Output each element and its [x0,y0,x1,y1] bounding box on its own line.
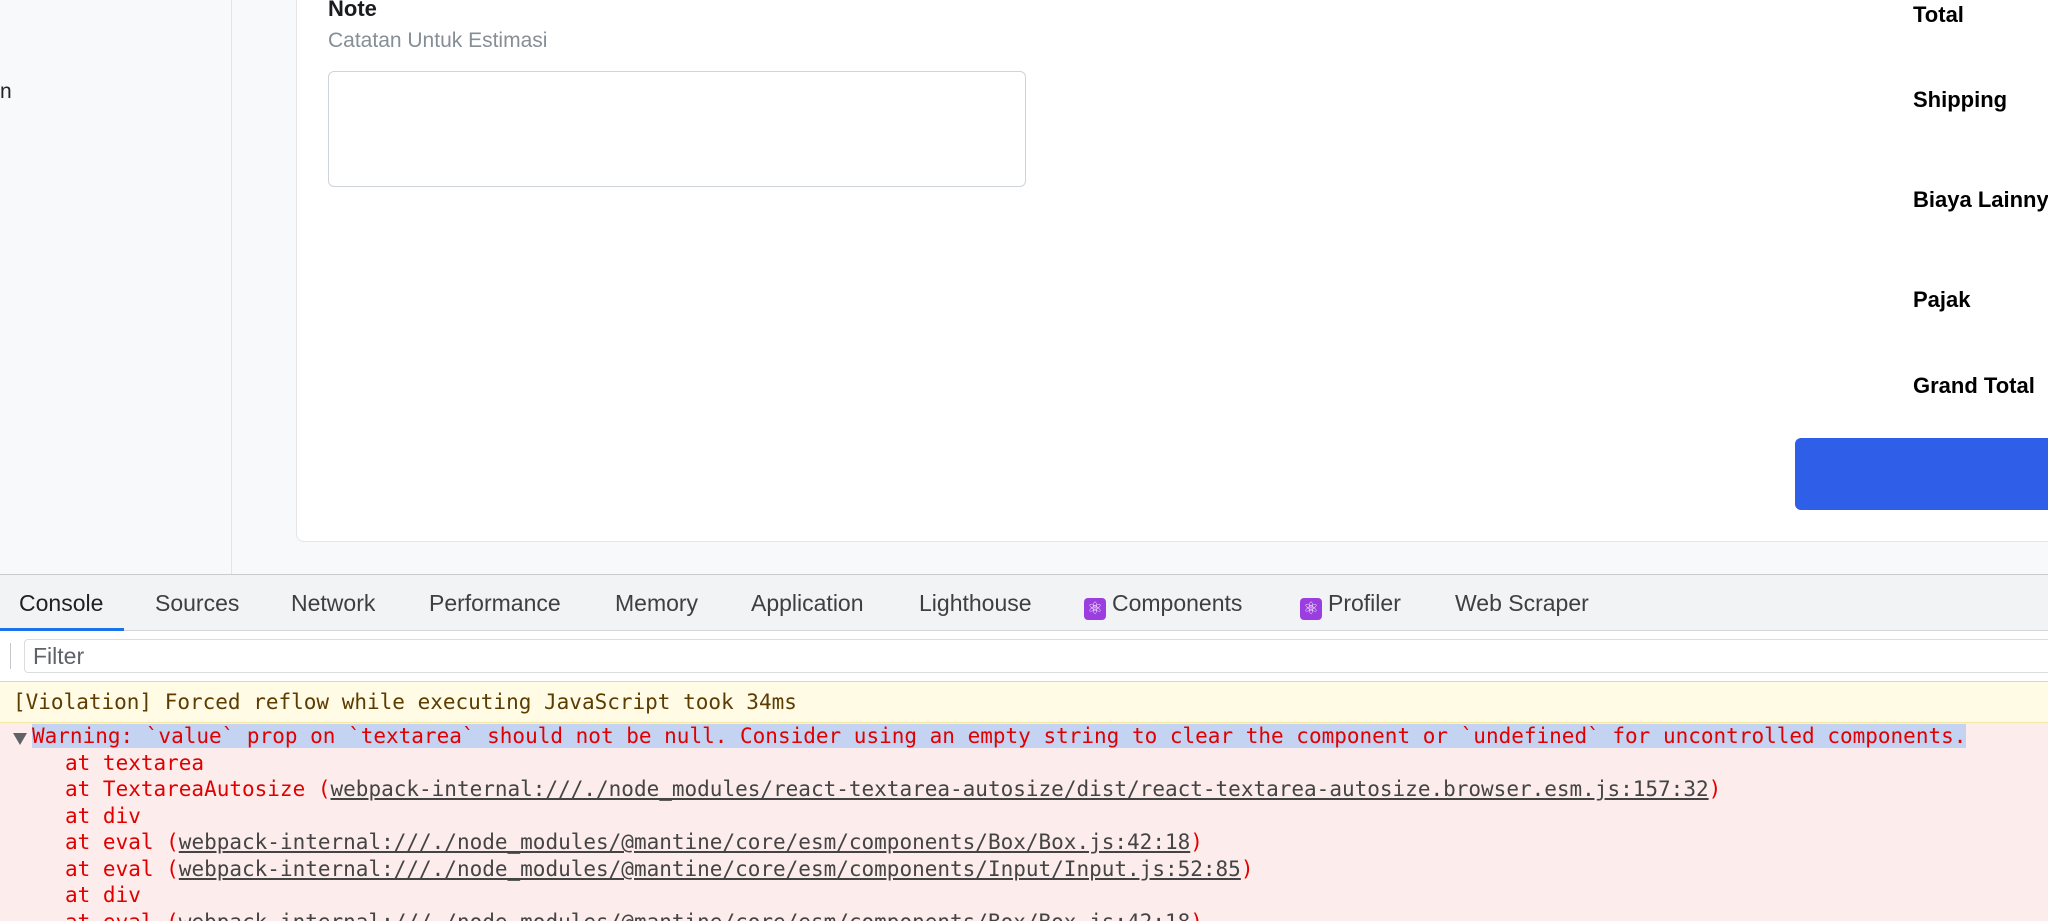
react-icon: ⚛ [1084,598,1106,620]
app-viewport: n Note Catatan Untuk Estimasi Total Ship… [0,0,2048,574]
shipping-label: Shipping [1913,87,2008,112]
tab-web-scraper[interactable]: Web Scraper [1455,575,1589,630]
violation-text: [Violation] Forced reflow while executin… [13,690,797,714]
tab-label: Console [19,590,104,616]
note-label: Note [328,0,377,21]
console-warning-entry: Warning: `value` prop on `textarea` shou… [0,723,2048,921]
stack-frame: at TextareaAutosize (webpack-internal://… [65,776,1721,802]
note-description: Catatan Untuk Estimasi [328,29,548,52]
stack-frame-text: at div [65,883,141,907]
devtools-tabbar: Console Sources Network Performance Memo… [0,575,2048,631]
stack-frame-text: at div [65,804,141,828]
tab-sources[interactable]: Sources [155,575,239,630]
devtools-panel: Console Sources Network Performance Memo… [0,574,2048,921]
source-link[interactable]: webpack-internal:///./node_modules/react… [331,777,1709,801]
tab-performance[interactable]: Performance [429,575,561,630]
tab-network[interactable]: Network [291,575,375,630]
tab-components[interactable]: ⚛ Components [1084,575,1242,630]
warning-message[interactable]: Warning: `value` prop on `textarea` shou… [32,723,1967,749]
grand-total-label: Grand Total [1913,373,2035,398]
tab-label: Sources [155,590,240,616]
tab-application[interactable]: Application [751,575,864,630]
tab-label: Lighthouse [919,590,1032,616]
react-icon: ⚛ [1300,598,1322,620]
tab-label: Web Scraper [1455,590,1589,616]
tab-memory[interactable]: Memory [615,575,698,630]
tab-label: Memory [615,590,699,616]
tax-label: Pajak [1913,287,1971,312]
stack-frame-suffix: ) [1240,857,1254,881]
submit-button[interactable] [1795,438,2048,510]
source-link[interactable]: webpack-internal:///./node_modules/@mant… [179,857,1241,881]
sidebar-item-label[interactable]: n [0,80,12,104]
expand-triangle-icon[interactable] [13,733,27,745]
note-textarea[interactable] [328,71,1026,187]
stack-frame-text: at textarea [65,751,205,775]
stack-frame: at eval (webpack-internal:///./node_modu… [65,856,1253,882]
console-output: [Violation] Forced reflow while executin… [0,682,2048,921]
stack-frame-text: at eval ( [65,857,179,881]
console-filter-input[interactable] [24,639,2048,673]
tab-lighthouse[interactable]: Lighthouse [919,575,1032,630]
divider [10,643,11,669]
stack-frame-text: at TextareaAutosize ( [65,777,331,801]
stack-frame: at textarea [65,750,204,776]
stack-frame: at eval (webpack-internal:///./node_modu… [65,829,1203,855]
source-link[interactable]: webpack-internal:///./node_modules/@mant… [179,830,1190,854]
console-filter-bar [0,631,2048,682]
stack-frame-text: at eval ( [65,830,179,854]
tab-label: Network [291,590,376,616]
tab-label: Performance [429,590,561,616]
console-violation-message: [Violation] Forced reflow while executin… [0,682,2048,723]
stack-frame-suffix: ) [1190,830,1203,854]
tab-profiler[interactable]: ⚛ Profiler [1300,575,1401,630]
warning-text: Warning: `value` prop on `textarea` shou… [32,724,1967,748]
stack-frame: at eval (webpack-internal:///./node_modu… [65,909,1203,921]
tab-label: Components [1112,590,1243,616]
other-costs-label: Biaya Lainny [1913,187,2048,212]
stack-frame-suffix: ) [1708,777,1722,801]
tab-console[interactable]: Console [0,575,125,631]
stack-frame-suffix: ) [1190,910,1203,921]
tab-label: Profiler [1328,590,1401,616]
tab-label: Application [751,590,864,616]
stack-frame: at div [65,803,141,829]
source-link[interactable]: webpack-internal:///./node_modules/@mant… [179,910,1190,921]
sidebar: n [0,0,232,574]
total-label: Total [1913,2,1964,27]
stack-frame: at div [65,882,141,908]
stack-frame-text: at eval ( [65,910,179,921]
